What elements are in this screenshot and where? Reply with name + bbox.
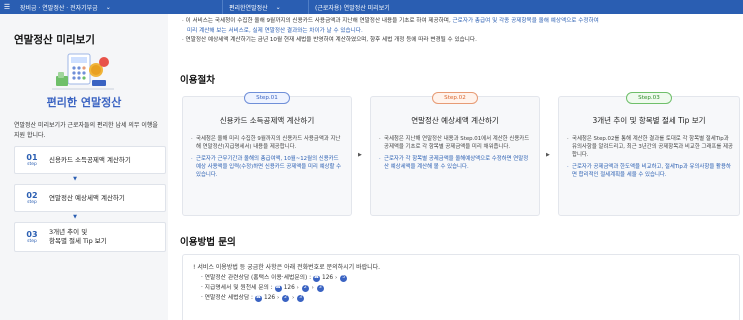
press-number: 5	[340, 274, 348, 282]
press-number: 3	[297, 294, 305, 302]
step-number: 01 step	[15, 153, 49, 168]
step-title: 연말정산 예상세액 계산하기	[411, 116, 499, 125]
inquiry-line-label: · 연말정산 관련상담 (홈택스 이용·세법문의) :	[201, 275, 312, 281]
notice-text: · 이 서비스는 국세청이 수집한 올해 9월까지의 신용카드 사용금액과 지난…	[182, 17, 738, 46]
main-content: · 이 서비스는 국세청이 수집한 올해 9월까지의 신용카드 사용금액과 지난…	[178, 14, 743, 320]
press-number: 2	[301, 284, 309, 292]
step-label: 연말정산 예상세액 계산하기	[49, 193, 125, 202]
sidebar-step-01[interactable]: 01 step 신용카드 소득공제액 계산하기	[14, 146, 166, 174]
press-number: 2	[282, 294, 290, 302]
breadcrumb-service[interactable]: 편리한연말정산 ⌄	[222, 0, 308, 14]
chevron-right-icon: ›	[292, 295, 295, 301]
chevron-down-icon: ⌄	[275, 3, 281, 11]
top-nav-bar: ☰ 장비금 · 연말정산 · 전자기부금 ⌄ 편리한연말정산 ⌄ (근로자용) …	[0, 0, 743, 14]
chevron-down-icon: ⌄	[105, 3, 111, 11]
inquiry-line: · 연말정산 세법상담 : ☎ 126 › 2 › 3	[193, 293, 729, 303]
step-highlight: 근로자가 근무기간과 올해의 총급여액, 10월~12월의 신용카드 예상 사용…	[191, 155, 345, 179]
notice-line3: · 연말정산 예상세액 계산하기는 금년 10월 현재 세법을 반영하여 계산하…	[182, 37, 477, 43]
step-title: 3개년 추이 및 항목별 절세 Tip 보기	[592, 116, 706, 125]
sidebar-step-02[interactable]: 02 step 연말정산 예상세액 계산하기	[14, 184, 166, 212]
step-number: 03 step	[15, 230, 49, 245]
breadcrumb-service-label: 편리한연말정산	[229, 4, 268, 12]
step-pill: Step.03	[626, 92, 672, 104]
step-word: step	[27, 161, 37, 167]
notice-line1-b: 근로자가 총급여 및 각종 공제항목을 올해 예상액으로 수정하여	[452, 18, 599, 24]
phone-number: 126	[322, 275, 334, 281]
sidebar-brand-title: 편리한 연말정산	[46, 96, 122, 109]
step-word: step	[27, 199, 37, 205]
step-body: 국세청은 지난해 연말정산 내용과 Step.01에서 계산한 신용카드 공제액…	[379, 135, 533, 171]
step-label: 신용카드 소득공제액 계산하기	[49, 155, 131, 164]
step-title: 신용카드 소득공제액 계산하기	[219, 116, 315, 125]
process-step-03: Step.03 3개년 추이 및 항목별 절세 Tip 보기 국세청은 Step…	[558, 92, 740, 216]
chevron-right-icon: ›	[296, 285, 299, 291]
phone-icon: ☎	[274, 284, 282, 292]
process-steps: Step.01 신용카드 소득공제액 계산하기 국세청은 올해 미리 수집한 9…	[182, 92, 740, 218]
triangle-right-icon: ▶	[358, 152, 362, 158]
chevron-right-icon: ›	[277, 295, 280, 301]
inquiry-line: · 지급명세서 및 원천세 문의 : ☎ 126 › 2 › 3	[193, 283, 729, 293]
notice-line1-a: · 이 서비스는 국세청이 수집한 올해 9월까지의 신용카드 사용금액과 지난…	[182, 18, 451, 24]
step-highlight: 근로자가 각 항목별 공제금액을 올해예상액으로 수정하면 연말정산 예상세액을…	[379, 155, 533, 171]
inquiry-box: ! 서비스 이용방법 등 궁금한 사항은 아래 전화번호로 문의하시기 바랍니다…	[182, 254, 740, 320]
phone-icon: ☎	[255, 294, 262, 302]
step-pill: Step.02	[432, 92, 478, 104]
step-number-value: 02	[26, 190, 38, 200]
step-number: 02 step	[15, 191, 49, 206]
triangle-right-icon: ▶	[546, 152, 550, 158]
step-label-line2: 항목별 절세 Tip 보기	[49, 237, 107, 245]
chevron-right-icon: ›	[335, 275, 338, 281]
sidebar: 연말정산 미리보기 편리한 연말정산 연말정산 미리보기가 근로자들의 편리한 …	[0, 14, 168, 320]
step-number-value: 03	[26, 229, 38, 239]
step-label-line1: 3개년 추이 및	[49, 228, 88, 236]
sidebar-description: 연말정산 미리보기가 근로자들의 편리한 납세 의무 이행을 지원 합니다.	[14, 122, 158, 139]
step-word: step	[27, 238, 37, 244]
inquiry-line: · 연말정산 관련상담 (홈택스 이용·세법문의) : ☎ 126 › 5	[193, 273, 729, 283]
sidebar-step-list: 01 step 신용카드 소득공제액 계산하기 ▼ 02 step 연말정산 예…	[14, 146, 166, 252]
phone-number: 126	[264, 295, 276, 301]
step-label: 3개년 추이 및 항목별 절세 Tip 보기	[49, 228, 107, 246]
inquiry-line-label: · 연말정산 세법상담 :	[201, 295, 253, 301]
phone-icon: ☎	[313, 274, 321, 282]
sidebar-step-03[interactable]: 03 step 3개년 추이 및 항목별 절세 Tip 보기	[14, 222, 166, 252]
sidebar-title: 연말정산 미리보기	[14, 34, 95, 46]
step-text: 국세청은 지난해 연말정산 내용과 Step.01에서 계산한 신용카드 공제액…	[379, 135, 533, 151]
step-body: 국세청은 올해 미리 수집한 9월까지의 신용카드 사용금액과 지난해 연말정산…	[191, 135, 345, 179]
breadcrumb-category-label: 장비금 · 연말정산 · 전자기부금	[20, 4, 98, 12]
notice-line2: 미리 계산해 보는 서비스로, 실제 연말정산 결과와는 차이가 날 수 있습니…	[187, 27, 363, 34]
step-text: 국세청은 Step.02를 통해 계산한 결과를 토대로 각 항목별 절세Tip…	[567, 135, 733, 159]
breadcrumb-category[interactable]: 장비금 · 연말정산 · 전자기부금 ⌄	[14, 0, 222, 14]
process-step-02: Step.02 연말정산 예상세액 계산하기 국세청은 지난해 연말정산 내용과…	[370, 92, 540, 216]
inquiry-line-label: · 지급명세서 및 원천세 문의 :	[201, 285, 273, 291]
process-step-01: Step.01 신용카드 소득공제액 계산하기 국세청은 올해 미리 수집한 9…	[182, 92, 352, 216]
inquiry-section-title: 이용방법 문의	[180, 237, 236, 248]
triangle-down-icon: ▼	[73, 176, 77, 182]
chevron-right-icon: ›	[311, 285, 314, 291]
step-pill: Step.01	[244, 92, 290, 104]
breadcrumb-page[interactable]: (근로자용) 연말정산 미리보기	[308, 0, 396, 14]
step-highlight: 근로자가 공제금액과 한도액을 비교하고, 절세Tip과 유의사항을 활용하면 …	[567, 163, 733, 179]
press-number: 3	[316, 284, 324, 292]
breadcrumb-page-label: (근로자용) 연말정산 미리보기	[315, 4, 390, 12]
inquiry-head: ! 서비스 이용방법 등 궁금한 사항은 아래 전화번호로 문의하시기 바랍니다…	[193, 264, 381, 271]
step-body: 국세청은 Step.02를 통해 계산한 결과를 토대로 각 항목별 절세Tip…	[567, 135, 733, 179]
triangle-down-icon: ▼	[73, 214, 77, 220]
menu-icon[interactable]: ☰	[0, 0, 14, 14]
process-section-title: 이용절차	[180, 75, 215, 86]
step-text: 국세청은 올해 미리 수집한 9월까지의 신용카드 사용금액과 지난해 연말정산…	[191, 135, 345, 151]
phone-number: 126	[283, 285, 295, 291]
step-number-value: 01	[26, 152, 38, 162]
calculator-illustration-icon	[52, 53, 114, 90]
